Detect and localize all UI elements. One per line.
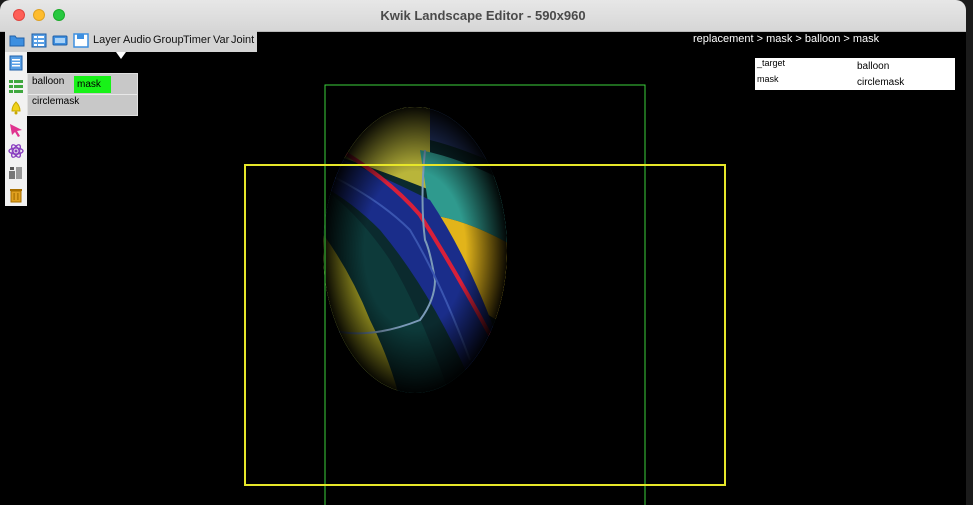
breadcrumb: replacement > mask > balloon > mask <box>693 33 880 45</box>
properties-table: _target balloon mask circlemask <box>755 58 955 90</box>
bell-icon[interactable] <box>8 100 24 116</box>
menu-joint[interactable]: Joint <box>231 34 254 46</box>
left-sidebar <box>5 52 27 206</box>
layer-item-mask-selected[interactable]: mask <box>74 76 111 93</box>
layer-divider <box>28 94 137 95</box>
property-key-mask: mask <box>757 74 779 84</box>
menu-var[interactable]: Var <box>213 34 229 46</box>
menu-timer[interactable]: Timer <box>183 34 211 46</box>
layer-item-balloon[interactable]: balloon <box>32 76 64 87</box>
property-value-target[interactable]: balloon <box>857 61 889 72</box>
balloon-image[interactable] <box>320 100 520 400</box>
tools-icon[interactable] <box>8 164 24 180</box>
top-toolbar: Layer Audio Group Timer Var Joint <box>5 30 257 52</box>
page-icon[interactable] <box>8 55 24 71</box>
image-icon[interactable] <box>52 33 68 48</box>
dropdown-caret-icon <box>116 52 126 59</box>
list-icon[interactable] <box>8 78 24 94</box>
layers-panel: balloon mask circlemask <box>27 73 138 116</box>
menu-audio[interactable]: Audio <box>123 34 151 46</box>
window-title: Kwik Landscape Editor - 590x960 <box>380 8 586 23</box>
save-icon[interactable] <box>73 33 89 48</box>
property-key-target: _target <box>757 58 786 68</box>
layer-item-circlemask[interactable]: circlemask <box>32 96 79 107</box>
trash-icon[interactable] <box>8 187 24 203</box>
pointer-icon[interactable] <box>8 122 24 138</box>
atom-icon[interactable] <box>8 143 24 159</box>
menu-group[interactable]: Group <box>153 34 184 46</box>
folder-icon[interactable] <box>9 33 25 48</box>
property-value-mask[interactable]: circlemask <box>857 77 904 88</box>
editor-window: Kwik Landscape Editor - 590x960 Layer Au… <box>0 0 966 505</box>
title-bar: Kwik Landscape Editor - 590x960 <box>0 0 966 32</box>
menu-layer[interactable]: Layer <box>93 34 121 46</box>
list-tree-icon[interactable] <box>31 33 47 48</box>
